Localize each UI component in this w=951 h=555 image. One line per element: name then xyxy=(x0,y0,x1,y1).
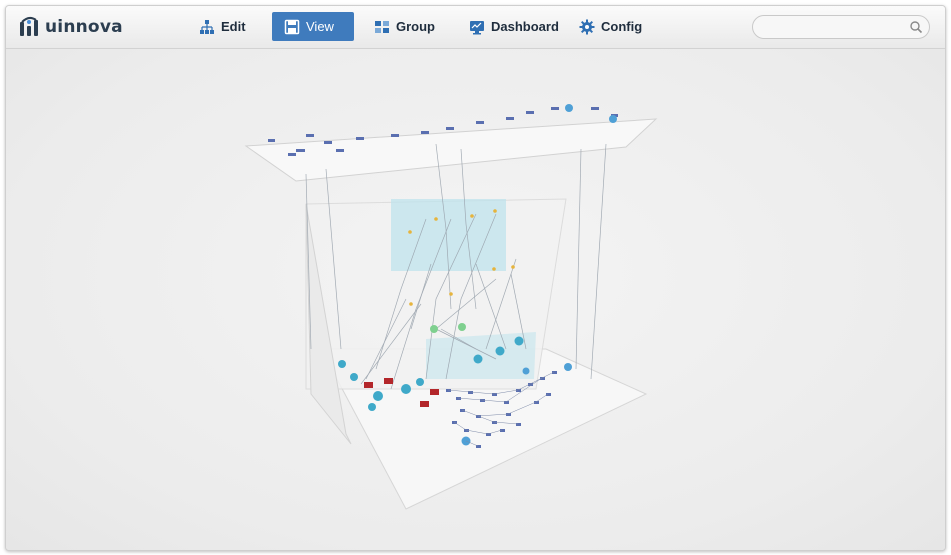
core-zone-panel xyxy=(391,199,506,271)
switch-node-icon[interactable] xyxy=(458,323,466,331)
firewall-icon[interactable] xyxy=(420,401,429,407)
sitemap-icon xyxy=(200,19,214,34)
gear-icon xyxy=(579,19,595,34)
router-node-icon[interactable] xyxy=(495,346,505,356)
search-input[interactable] xyxy=(763,18,907,38)
view-button-label: View xyxy=(306,19,334,34)
uinnova-logo-icon xyxy=(20,16,38,36)
brand-logo[interactable]: uinnova xyxy=(18,15,123,39)
top-navigation-bar: uinnova Edit View Group Dashboard Config xyxy=(6,6,945,49)
config-button[interactable]: Config xyxy=(570,12,651,41)
topology-scene[interactable] xyxy=(6,49,945,550)
group-button[interactable]: Group xyxy=(365,12,444,41)
edit-button-label: Edit xyxy=(221,19,246,34)
router-node-icon[interactable] xyxy=(514,336,524,346)
group-button-label: Group xyxy=(396,19,435,34)
3d-topology-canvas[interactable] xyxy=(6,49,945,550)
group-icon xyxy=(375,20,389,33)
search-icon[interactable] xyxy=(909,20,923,34)
dashboard-button[interactable]: Dashboard xyxy=(460,12,568,41)
firewall-icon[interactable] xyxy=(430,389,439,395)
firewall-icon[interactable] xyxy=(384,378,393,384)
firewall-icon[interactable] xyxy=(364,382,373,388)
brand-name: uinnova xyxy=(45,17,123,37)
switch-node-icon[interactable] xyxy=(430,325,438,333)
cloud-node-icon[interactable] xyxy=(565,104,573,112)
router-node-icon[interactable] xyxy=(473,354,483,364)
config-button-label: Config xyxy=(601,19,643,34)
save-icon xyxy=(284,19,300,34)
app-window: uinnova Edit View Group Dashboard Config xyxy=(5,5,946,551)
cloud-node-icon[interactable] xyxy=(609,115,617,123)
search-box[interactable] xyxy=(752,15,930,39)
view-button[interactable]: View xyxy=(272,12,354,41)
dashboard-button-label: Dashboard xyxy=(491,19,559,34)
edit-button[interactable]: Edit xyxy=(190,12,255,41)
monitor-icon xyxy=(470,20,484,34)
